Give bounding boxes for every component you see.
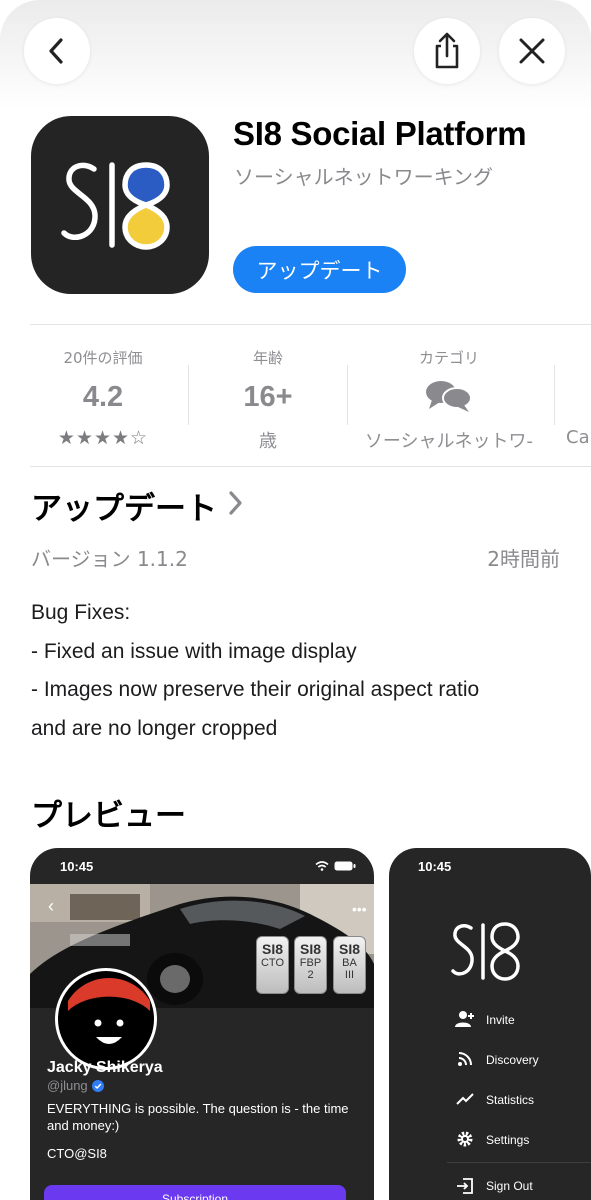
sign-out-icon: [455, 1176, 475, 1196]
profile-handle: @jlung: [47, 1078, 104, 1093]
svg-text:•••: •••: [352, 901, 367, 917]
share-icon: [435, 32, 459, 69]
subscription-button[interactable]: Subscription: [44, 1185, 346, 1200]
share-button[interactable]: [414, 18, 480, 84]
update-button[interactable]: アップデート: [233, 246, 406, 293]
update-time: 2時間前: [487, 547, 560, 571]
rss-icon: [455, 1049, 475, 1069]
si8-logo: [451, 922, 520, 981]
menu-item-sign-out[interactable]: Sign Out: [486, 1179, 533, 1193]
release-note-line: - Images now preserve their original asp…: [31, 678, 480, 701]
category-label: カテゴリ: [418, 349, 479, 367]
preview-screenshot-menu[interactable]: 10:45 Invite Discovery Statistics Settin…: [389, 848, 591, 1200]
si8-logo: [61, 162, 170, 250]
stats-row[interactable]: 20件の評価 4.2 ★★★★☆ 年齢 16+ 歳 カテゴリ ソーシャルネットワ…: [30, 324, 591, 467]
version-label: バージョン 1.1.2: [31, 547, 188, 571]
stat-next-text: Ca: [566, 427, 590, 448]
speech-bubbles-icon: [353, 377, 545, 423]
release-note-line: - Fixed an issue with image display: [31, 639, 357, 663]
wifi-icon: [315, 861, 329, 871]
age-label: 年齢: [252, 349, 283, 367]
status-icons: [315, 861, 356, 871]
profile-badge: SI8 CTO: [256, 936, 289, 994]
age-unit: 歳: [259, 431, 277, 452]
status-time: 10:45: [418, 859, 452, 874]
chevron-left-icon: [49, 38, 63, 64]
profile-bio: EVERYTHING is possible. The question is …: [47, 1101, 349, 1133]
menu-item-statistics[interactable]: Statistics: [486, 1093, 534, 1107]
release-note-line: and are no longer cropped: [31, 716, 278, 740]
app-store-sheet: SI8 Social Platform ソーシャルネットワーキング アップデート…: [0, 0, 591, 1200]
chevron-right-icon[interactable]: [227, 490, 243, 516]
app-category-subtitle: ソーシャルネットワーキング: [234, 165, 493, 189]
release-notes: Bug Fixes: - Fixed an issue with image d…: [31, 594, 571, 748]
preview-section-title: プレビュー: [31, 798, 186, 834]
svg-text:‹: ‹: [48, 896, 54, 916]
add-user-icon: [455, 1009, 475, 1029]
app-title: SI8 Social Platform: [233, 115, 527, 152]
stat-category[interactable]: カテゴリ ソーシャルネットワ-: [353, 325, 545, 468]
verified-icon: [91, 1079, 104, 1092]
avatar: [55, 968, 157, 1070]
profile-badge: SI8 BA III: [333, 936, 366, 994]
battery-icon: [334, 861, 356, 871]
menu-item-discovery[interactable]: Discovery: [486, 1053, 539, 1067]
rating-stars: ★★★★☆: [57, 427, 149, 449]
close-icon: [519, 38, 545, 64]
profile-email: CTO@SI8: [47, 1146, 107, 1161]
ratings-count-label: 20件の評価: [63, 349, 143, 367]
menu-divider: [447, 1162, 591, 1163]
stat-age[interactable]: 年齢 16+ 歳: [198, 325, 338, 468]
stat-divider: [347, 365, 348, 425]
release-note-line: Bug Fixes:: [31, 601, 131, 624]
profile-badge: SI8 FBP 2: [294, 936, 327, 994]
menu-item-invite[interactable]: Invite: [486, 1013, 515, 1027]
close-button[interactable]: [499, 18, 565, 84]
app-icon: [31, 116, 209, 294]
rating-value: 4.2: [82, 381, 124, 413]
stat-divider: [188, 365, 189, 425]
stat-ratings[interactable]: 20件の評価 4.2 ★★★★☆: [30, 325, 176, 468]
trend-icon: [455, 1089, 475, 1109]
profile-name: Jacky Shikerya: [47, 1059, 163, 1076]
preview-screenshot-profile[interactable]: 10:45 ‹ ••• SI8 CTO SI8 FBP 2 SI8 BA III…: [30, 848, 374, 1200]
stat-divider: [554, 365, 555, 425]
gear-icon: [455, 1129, 475, 1149]
category-value: ソーシャルネットワ-: [364, 431, 534, 452]
update-section-title[interactable]: アップデート: [31, 483, 217, 528]
stat-next[interactable]: Ca: [566, 325, 591, 468]
age-value: 16+: [243, 381, 293, 413]
menu-item-settings[interactable]: Settings: [486, 1133, 529, 1147]
back-button[interactable]: [24, 18, 90, 84]
status-time: 10:45: [60, 859, 94, 874]
